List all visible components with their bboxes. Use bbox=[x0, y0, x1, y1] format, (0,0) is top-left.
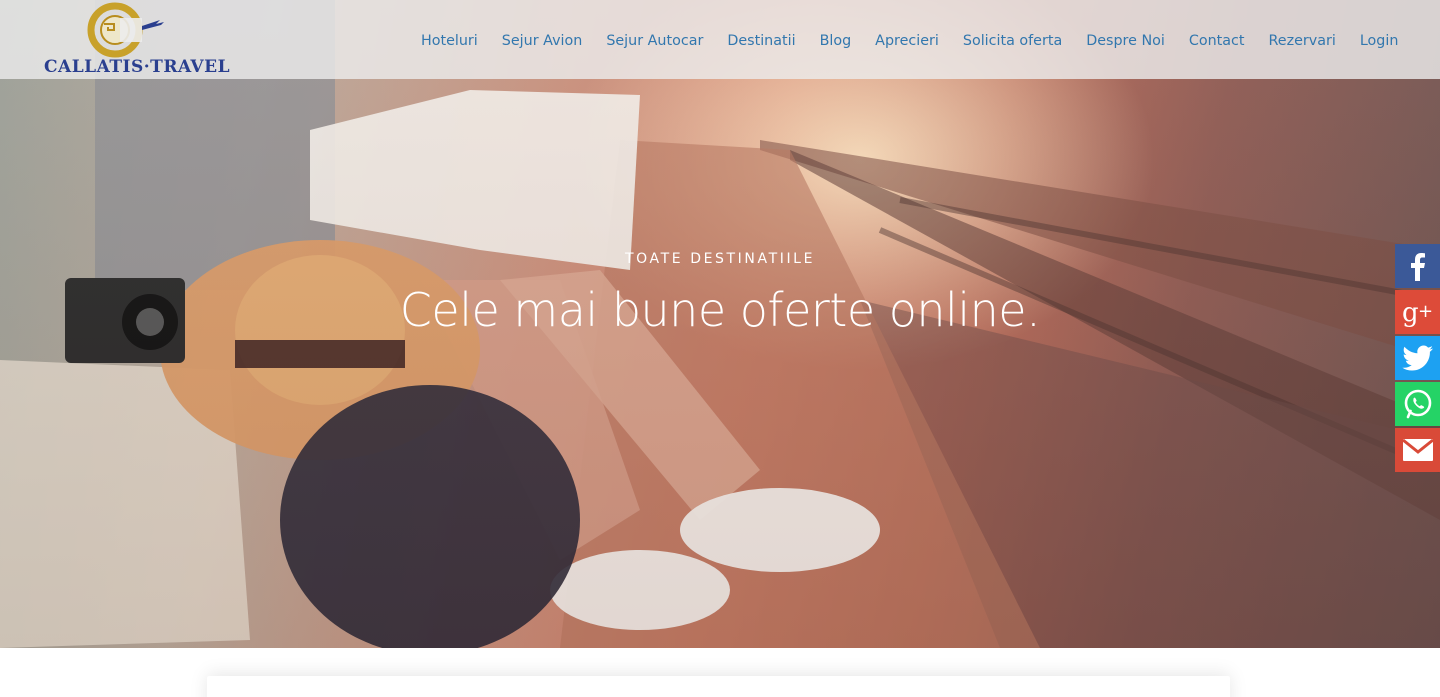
nav-item-contact[interactable]: Contact bbox=[1189, 30, 1245, 52]
facebook-share-button[interactable] bbox=[1395, 244, 1440, 288]
whatsapp-share-button[interactable] bbox=[1395, 382, 1440, 426]
hero-banner: Toate destinatiile Cele mai bune oferte … bbox=[0, 0, 1440, 648]
nav-item-rezervari[interactable]: Rezervari bbox=[1269, 30, 1336, 52]
google-plus-icon: g + bbox=[1402, 298, 1433, 327]
nav-item-despre-noi[interactable]: Despre Noi bbox=[1086, 30, 1165, 52]
nav-item-blog[interactable]: Blog bbox=[820, 30, 852, 52]
nav-item-sejur-autocar[interactable]: Sejur Autocar bbox=[606, 30, 703, 52]
hero-subtitle: Toate destinatiile bbox=[624, 251, 816, 267]
nav-item-login[interactable]: Login bbox=[1360, 30, 1399, 52]
nav-item-destinatii[interactable]: Destinatii bbox=[727, 30, 795, 52]
top-navbar: CALLATIS·TRAVEL Hoteluri Sejur Avion Sej… bbox=[0, 0, 1440, 79]
twitter-share-button[interactable] bbox=[1395, 336, 1440, 380]
nav-item-solicita-oferta[interactable]: Solicita oferta bbox=[963, 30, 1062, 52]
search-panel-card bbox=[207, 676, 1230, 697]
email-share-button[interactable] bbox=[1395, 428, 1440, 472]
google-plus-share-button[interactable]: g + bbox=[1395, 290, 1440, 334]
email-icon bbox=[1401, 438, 1434, 461]
facebook-icon bbox=[1410, 253, 1425, 281]
svg-text:g: g bbox=[1402, 298, 1419, 327]
svg-text:+: + bbox=[1418, 301, 1433, 322]
nav-item-hoteluri[interactable]: Hoteluri bbox=[421, 30, 478, 52]
whatsapp-icon bbox=[1404, 389, 1431, 419]
brand-name: CALLATIS·TRAVEL bbox=[44, 57, 231, 77]
twitter-icon bbox=[1401, 345, 1433, 371]
nav-item-aprecieri[interactable]: Aprecieri bbox=[875, 30, 939, 52]
main-nav: Hoteluri Sejur Avion Sejur Autocar Desti… bbox=[421, 30, 1398, 52]
hero-headline: Cele mai bune oferte online. bbox=[399, 283, 1041, 337]
nav-item-sejur-avion[interactable]: Sejur Avion bbox=[502, 30, 583, 52]
social-share-bar: g + bbox=[1395, 244, 1440, 474]
